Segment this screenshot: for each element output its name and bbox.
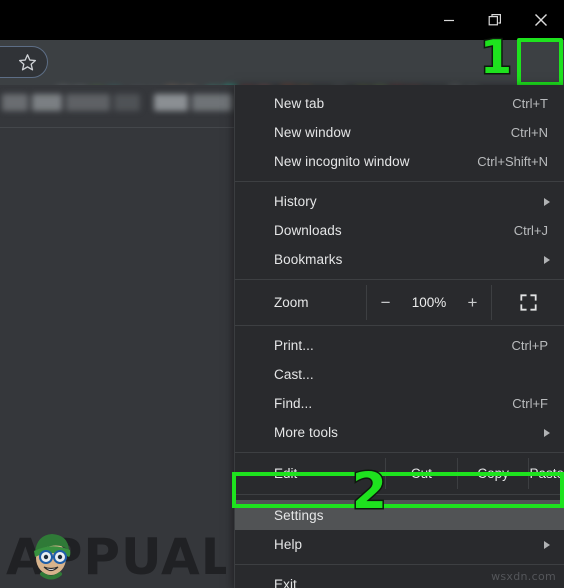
close-button[interactable] (518, 0, 564, 40)
menu-item-label: New tab (274, 96, 325, 111)
menu-separator (235, 564, 564, 565)
chevron-right-icon (544, 197, 550, 206)
fullscreen-button[interactable] (492, 285, 564, 320)
bookmark-item[interactable] (114, 94, 140, 111)
site-watermark: wsxdn.com (491, 570, 556, 583)
cut-button[interactable]: Cut (385, 458, 457, 489)
menu-row-edit: Edit Cut Copy Paste (235, 458, 564, 489)
chevron-right-icon (544, 255, 550, 264)
bookmark-item[interactable] (32, 94, 62, 111)
browser-window: 1 New tab Ctrl+T New window Ctrl+N New i… (0, 0, 564, 588)
menu-item-history[interactable]: History (235, 187, 564, 216)
menu-item-label: Cast... (274, 367, 314, 382)
menu-item-label: Bookmarks (274, 252, 343, 267)
step-marker-2: 2 (351, 462, 389, 520)
menu-separator (235, 452, 564, 453)
minimize-button[interactable] (426, 0, 472, 40)
menu-separator (235, 494, 564, 495)
menu-row-zoom: Zoom − 100% + (235, 285, 564, 320)
bookmark-item[interactable] (154, 94, 188, 111)
bookmark-star-icon (18, 53, 37, 71)
menu-item-label: New window (274, 125, 351, 140)
zoom-label: Zoom (274, 295, 309, 310)
menu-item-label: Help (274, 537, 303, 552)
copy-button[interactable]: Copy (456, 458, 529, 489)
menu-item-label: More tools (274, 425, 339, 440)
page-content (0, 128, 238, 588)
menu-item-label: New incognito window (274, 154, 410, 169)
bookmark-item[interactable] (2, 94, 28, 111)
zoom-controls: − 100% + (366, 285, 492, 320)
menu-item-more-tools[interactable]: More tools (235, 418, 564, 447)
close-icon (535, 14, 547, 26)
chevron-right-icon (544, 428, 550, 437)
fullscreen-icon (519, 294, 537, 311)
menu-item-shortcut: Ctrl+F (512, 396, 548, 411)
menu-item-shortcut: Ctrl+Shift+N (477, 154, 548, 169)
zoom-out-button[interactable]: − (375, 294, 397, 311)
menu-item-shortcut: Ctrl+T (512, 96, 548, 111)
menu-item-downloads[interactable]: Downloads Ctrl+J (235, 216, 564, 245)
minimize-icon (444, 19, 454, 22)
menu-item-new-incognito-window[interactable]: New incognito window Ctrl+Shift+N (235, 147, 564, 176)
bookmarks-bar (0, 85, 402, 125)
menu-separator (235, 325, 564, 326)
zoom-in-button[interactable]: + (461, 294, 483, 311)
restore-icon (488, 14, 501, 26)
bookmark-star-button[interactable] (0, 46, 48, 78)
zoom-level-value: 100% (411, 295, 447, 310)
menu-item-shortcut: Ctrl+N (510, 125, 548, 140)
menu-separator (235, 181, 564, 182)
step-marker-1: 1 (478, 30, 513, 84)
menu-item-label: Downloads (274, 223, 342, 238)
chrome-main-menu: New tab Ctrl+T New window Ctrl+N New inc… (234, 85, 564, 588)
menu-item-new-window[interactable]: New window Ctrl+N (235, 118, 564, 147)
menu-item-print[interactable]: Print... Ctrl+P (235, 331, 564, 360)
menu-item-label: Print... (274, 338, 314, 353)
menu-item-bookmarks[interactable]: Bookmarks (235, 245, 564, 274)
bookmark-item[interactable] (192, 94, 232, 111)
appuals-logo: APPUALS (6, 528, 226, 584)
paste-button[interactable]: Paste (528, 458, 564, 489)
menu-item-label: History (274, 194, 317, 209)
menu-item-label: Settings (274, 507, 324, 523)
menu-item-help[interactable]: Help (235, 530, 564, 559)
menu-item-settings[interactable]: Settings (235, 500, 564, 530)
menu-item-shortcut: Ctrl+P (511, 338, 548, 353)
menu-separator (235, 279, 564, 280)
bookmark-item[interactable] (66, 94, 110, 111)
highlight-box-menu-button (517, 38, 563, 86)
chevron-right-icon (544, 540, 550, 549)
menu-item-shortcut: Ctrl+J (513, 223, 548, 238)
menu-item-find[interactable]: Find... Ctrl+F (235, 389, 564, 418)
menu-item-label: Find... (274, 396, 313, 411)
menu-item-new-tab[interactable]: New tab Ctrl+T (235, 89, 564, 118)
menu-item-cast[interactable]: Cast... (235, 360, 564, 389)
